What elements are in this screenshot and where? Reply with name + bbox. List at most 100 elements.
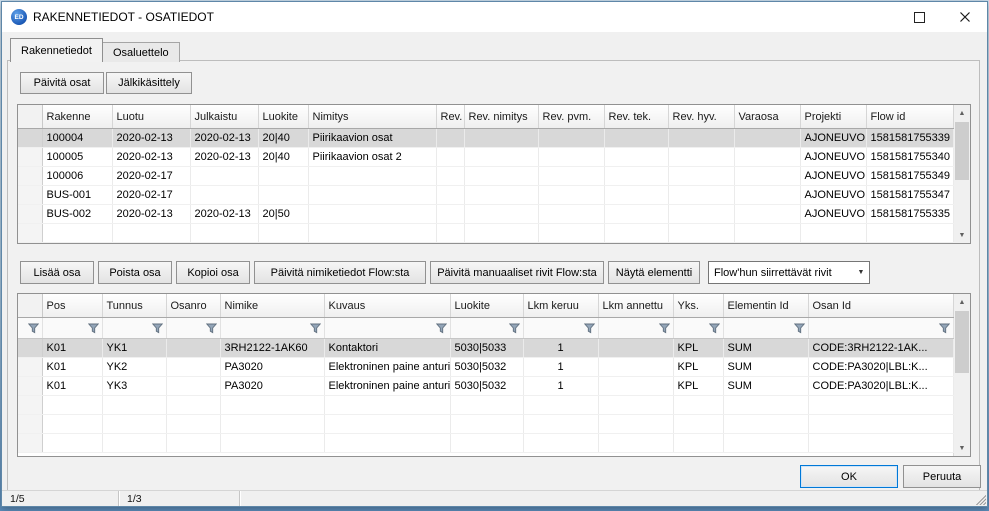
grid-cell[interactable] bbox=[668, 148, 734, 167]
grid-row[interactable]: BUS-0012020-02-17AJONEUVO1581581755347 bbox=[18, 186, 953, 205]
grid-cell[interactable]: 1581581755340 bbox=[866, 148, 953, 167]
grid-cell[interactable] bbox=[436, 186, 464, 205]
column-header[interactable]: Luotu bbox=[112, 105, 190, 129]
grid-cell[interactable]: 5030|5033 bbox=[450, 339, 523, 358]
grid-cell[interactable]: 1 bbox=[523, 358, 598, 377]
grid-cell[interactable] bbox=[464, 129, 538, 148]
grid-cell[interactable]: 100005 bbox=[42, 148, 112, 167]
grid-cell[interactable] bbox=[258, 167, 308, 186]
grid-cell[interactable]: 1581581755349 bbox=[866, 167, 953, 186]
grid-cell[interactable] bbox=[308, 186, 436, 205]
grid-cell[interactable]: PA3020 bbox=[220, 377, 324, 396]
parts-vertical-scrollbar[interactable]: ▲ ▼ bbox=[953, 294, 970, 456]
filter-cell[interactable] bbox=[220, 318, 324, 339]
grid-cell[interactable]: AJONEUVO bbox=[800, 167, 866, 186]
grid-cell[interactable]: CODE:PA3020|LBL:K... bbox=[808, 358, 953, 377]
grid-cell[interactable]: 2020-02-13 bbox=[190, 148, 258, 167]
filter-cell[interactable] bbox=[808, 318, 953, 339]
grid-cell[interactable] bbox=[190, 186, 258, 205]
grid-cell[interactable]: CODE:PA3020|LBL:K... bbox=[808, 377, 953, 396]
grid-cell[interactable] bbox=[668, 167, 734, 186]
grid-cell[interactable]: 100006 bbox=[42, 167, 112, 186]
row-selector[interactable] bbox=[18, 358, 42, 377]
row-selector[interactable] bbox=[18, 167, 42, 186]
filter-funnel-icon[interactable] bbox=[939, 323, 950, 334]
filter-cell[interactable] bbox=[673, 318, 723, 339]
grid-cell[interactable]: K01 bbox=[42, 377, 102, 396]
filter-cell[interactable] bbox=[523, 318, 598, 339]
grid-cell[interactable]: BUS-002 bbox=[42, 205, 112, 224]
grid-cell[interactable]: KPL bbox=[673, 358, 723, 377]
row-selector[interactable] bbox=[18, 377, 42, 396]
grid-cell[interactable] bbox=[598, 358, 673, 377]
filter-funnel-icon[interactable] bbox=[659, 323, 670, 334]
grid-cell[interactable]: Elektroninen paine anturi bbox=[324, 358, 450, 377]
column-header[interactable]: Rev. pvm. bbox=[538, 105, 604, 129]
grid-cell[interactable] bbox=[668, 186, 734, 205]
grid-cell[interactable]: PA3020 bbox=[220, 358, 324, 377]
grid-cell[interactable] bbox=[538, 167, 604, 186]
column-header[interactable]: Nimitys bbox=[308, 105, 436, 129]
close-button[interactable] bbox=[942, 2, 987, 32]
grid-cell[interactable] bbox=[308, 205, 436, 224]
column-header[interactable]: Yks. bbox=[673, 294, 723, 318]
row-selector[interactable] bbox=[18, 339, 42, 358]
scroll-up-icon[interactable]: ▲ bbox=[954, 105, 970, 121]
column-header[interactable]: Varaosa bbox=[734, 105, 800, 129]
filter-funnel-icon[interactable] bbox=[709, 323, 720, 334]
rows-filter-dropdown[interactable]: Flow'hun siirrettävät rivit ▼ bbox=[708, 261, 870, 284]
grid-cell[interactable] bbox=[734, 205, 800, 224]
grid-cell[interactable]: KPL bbox=[673, 377, 723, 396]
scroll-up-icon[interactable]: ▲ bbox=[954, 294, 970, 310]
column-header[interactable]: Luokite bbox=[258, 105, 308, 129]
grid-cell[interactable]: 20|50 bbox=[258, 205, 308, 224]
grid-cell[interactable] bbox=[734, 186, 800, 205]
grid-cell[interactable]: 2020-02-17 bbox=[112, 186, 190, 205]
grid-cell[interactable] bbox=[604, 167, 668, 186]
grid-cell[interactable]: SUM bbox=[723, 358, 808, 377]
grid-cell[interactable]: K01 bbox=[42, 339, 102, 358]
column-header[interactable]: Julkaistu bbox=[190, 105, 258, 129]
grid-cell[interactable] bbox=[538, 148, 604, 167]
column-header[interactable]: Nimike bbox=[220, 294, 324, 318]
grid-cell[interactable]: 2020-02-13 bbox=[112, 205, 190, 224]
grid-cell[interactable] bbox=[464, 167, 538, 186]
grid-cell[interactable] bbox=[604, 186, 668, 205]
filter-funnel-icon[interactable] bbox=[310, 323, 321, 334]
column-header[interactable]: Flow id bbox=[866, 105, 953, 129]
grid-cell[interactable] bbox=[668, 205, 734, 224]
scrollbar-thumb[interactable] bbox=[955, 122, 969, 180]
filter-funnel-icon[interactable] bbox=[509, 323, 520, 334]
filter-cell[interactable] bbox=[42, 318, 102, 339]
lisaa-osa-button[interactable]: Lisää osa bbox=[20, 261, 94, 284]
filter-cell[interactable] bbox=[324, 318, 450, 339]
grid-cell[interactable]: 1581581755347 bbox=[866, 186, 953, 205]
filter-funnel-icon[interactable] bbox=[206, 323, 217, 334]
grid-cell[interactable]: 5030|5032 bbox=[450, 358, 523, 377]
grid-cell[interactable]: 3RH2122-1AK60 bbox=[220, 339, 324, 358]
grid-cell[interactable]: Piirikaavion osat bbox=[308, 129, 436, 148]
column-header[interactable]: Projekti bbox=[800, 105, 866, 129]
grid-cell[interactable]: 100004 bbox=[42, 129, 112, 148]
grid-row[interactable]: K01YK13RH2122-1AK60Kontaktori5030|50331K… bbox=[18, 339, 953, 358]
grid-cell[interactable] bbox=[734, 148, 800, 167]
column-header[interactable]: Tunnus bbox=[102, 294, 166, 318]
grid-row[interactable]: K01YK2PA3020Elektroninen paine anturi503… bbox=[18, 358, 953, 377]
grid-cell[interactable]: K01 bbox=[42, 358, 102, 377]
column-header[interactable]: Rev. tek. bbox=[604, 105, 668, 129]
grid-cell[interactable]: 2020-02-13 bbox=[190, 129, 258, 148]
row-selector-header[interactable] bbox=[18, 105, 42, 129]
row-selector[interactable] bbox=[18, 148, 42, 167]
paivita-manuaaliset-button[interactable]: Päivitä manuaaliset rivit Flow:sta bbox=[430, 261, 604, 284]
grid-cell[interactable]: YK1 bbox=[102, 339, 166, 358]
grid-cell[interactable]: AJONEUVO bbox=[800, 129, 866, 148]
grid-cell[interactable]: 1 bbox=[523, 339, 598, 358]
grid-cell[interactable]: 1 bbox=[523, 377, 598, 396]
filter-cell[interactable] bbox=[723, 318, 808, 339]
jalkikasittely-button[interactable]: Jälkikäsittely bbox=[106, 72, 192, 94]
grid-cell[interactable]: 2020-02-13 bbox=[112, 148, 190, 167]
grid-cell[interactable]: AJONEUVO bbox=[800, 186, 866, 205]
filter-cell[interactable] bbox=[18, 318, 42, 339]
column-header[interactable]: Lkm keruu bbox=[523, 294, 598, 318]
grid-cell[interactable]: 2020-02-13 bbox=[190, 205, 258, 224]
